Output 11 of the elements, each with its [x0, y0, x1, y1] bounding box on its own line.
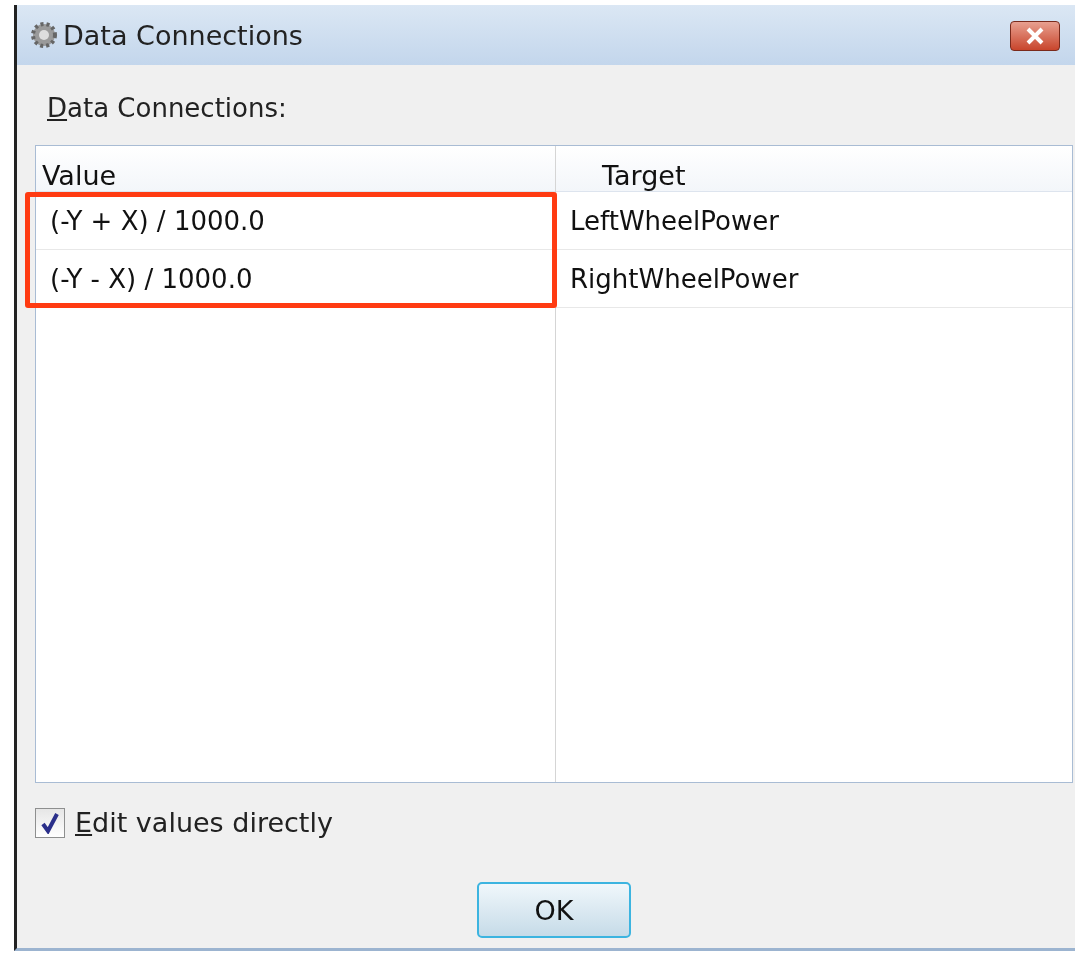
ok-button[interactable]: OK	[477, 882, 631, 938]
checkmark-icon	[40, 811, 60, 834]
checkbox-label: Edit values directly	[75, 807, 333, 838]
checkbox[interactable]	[35, 807, 65, 838]
table-cell: RightWheelPower	[556, 250, 1072, 308]
table-cell: LeftWheelPower	[556, 192, 1072, 250]
list-label: Data Connections:	[46, 92, 288, 117]
window-title: Data Connections	[63, 19, 303, 51]
close-button[interactable]	[1010, 21, 1060, 51]
close-icon	[1024, 27, 1046, 45]
gear-icon	[29, 20, 59, 50]
